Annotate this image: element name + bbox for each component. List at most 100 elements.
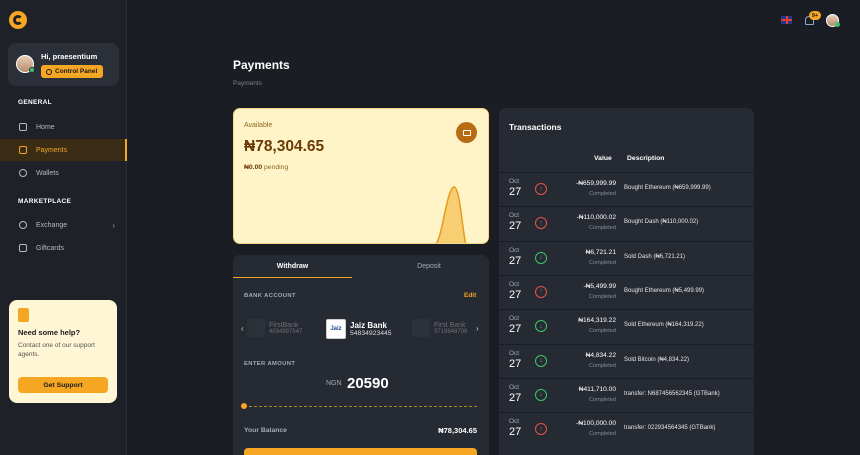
sidebar-item-giftcards[interactable]: Giftcards [0,237,127,259]
transaction-day: 27 [509,186,522,198]
greeting: Hi, praesentium [41,52,98,61]
transaction-value: ₦6,721.21 [585,248,616,256]
marketplace-section-label: MARKETPLACE [18,198,72,205]
transaction-status: Completed [588,328,616,335]
transaction-description: transfer: N687456562345 (GTBank) [624,390,720,397]
bank-account-number: 54834923445 [350,330,392,337]
enter-amount-label: ENTER AMOUNT [244,361,296,367]
withdraw-submit-button[interactable] [244,448,477,455]
table-row[interactable]: Oct 27 ↓ ₦411,710.00 Completed transfer: N687… [499,377,754,412]
profile-card: Hi, praesentium Control Panel [8,43,119,86]
chevron-left-icon[interactable]: ‹ [241,324,244,333]
sidebar-item-label: Home [36,123,55,131]
control-panel-button[interactable]: Control Panel [41,65,104,78]
uk-flag-icon[interactable] [781,16,792,24]
balance-label: Your Balance [244,427,287,434]
tab-withdraw[interactable]: Withdraw [233,255,352,278]
sidebar: Hi, praesentium Control Panel GENERAL Ho… [0,0,127,455]
transaction-value: ₦411,710.00 [578,385,616,393]
table-row[interactable]: Oct 27 ↓ ₦4,834.22 Completed Sold Bitcoin (₦4… [499,343,754,378]
online-status-icon [29,67,35,73]
wallet-icon [19,169,27,177]
sidebar-item-label: Exchange [36,221,68,229]
user-avatar[interactable] [826,14,840,27]
amount-input[interactable]: 20590 [347,375,389,392]
pending-amount: ₦0.00 pending [244,164,288,171]
transaction-month: Oct [509,349,520,357]
page-title: Payments [233,58,290,72]
transaction-value: ₦4,834.22 [585,351,616,359]
description-column-header: Description [627,155,665,162]
transaction-status: Completed [588,191,616,197]
transaction-month: Oct [509,418,520,426]
transaction-description: Bought Ethereum (₦5,499.99) [624,287,705,294]
transaction-description: Sold Dash (₦6,721.21) [624,253,686,260]
transaction-month: Oct [509,212,520,220]
sidebar-item-exchange[interactable]: Exchange › [0,214,127,236]
arrow-down-icon: ↓ [535,251,547,264]
transaction-value: ₦164,319.22 [578,317,616,325]
wallet-button[interactable] [456,122,477,143]
table-row[interactable]: Oct 27 ↑ -₦5,499.99 Completed Bought Ethereum… [499,274,754,309]
sidebar-item-label: Wallets [36,169,59,177]
amount-slider-handle[interactable] [241,403,247,409]
sidebar-item-label: Giftcards [36,244,65,252]
transaction-day: 27 [509,426,522,439]
support-icon [18,308,29,322]
value-column-header: Value [594,155,612,162]
get-support-button[interactable]: Get Support [18,377,108,393]
chevron-right-icon: › [112,220,115,230]
notification-badge: 9+ [809,11,821,20]
edit-bank-link[interactable]: Edit [464,292,476,299]
bank-option-jaiz-selected[interactable]: Jaiz Jaiz Bank 54834923445 [326,319,392,339]
transaction-description: Bought Dash (₦110,000.02) [624,219,699,226]
logo-icon[interactable] [9,11,27,29]
tab-deposit[interactable]: Deposit [370,255,488,278]
sidebar-item-wallets[interactable]: Wallets [0,162,127,184]
transaction-description: Sold Ethereum (₦164,319.22) [624,322,704,329]
pending-label: pending [264,164,289,171]
transactions-panel: Transactions Value Description Oct 27 ↑ -₦6… [499,108,754,455]
transaction-description: transfer: 022934564345 (GTBank) [624,425,716,432]
transaction-day: 27 [509,254,522,267]
transaction-month: Oct [509,178,520,185]
table-row[interactable]: Oct 27 ↑ -₦100,000.00 Completed transfer: 022… [499,412,754,446]
giftcard-icon [19,244,27,252]
help-title: Need some help? [18,328,81,337]
table-row[interactable]: Oct 27 ↑ -₦110,000.02 Completed Bought Dash (… [499,206,754,240]
transaction-status: Completed [588,225,616,232]
available-label: Available [244,122,273,129]
transaction-value: -₦110,000.02 [576,214,616,222]
transaction-month: Oct [509,315,520,323]
bank-name: First Bank [434,321,466,329]
card-icon [462,129,471,136]
bank-option-first-bank[interactable]: First Bank 3719648709 [412,319,467,337]
table-row[interactable]: Oct 27 ↓ ₦164,319.22 Completed Sold Ethereum … [499,309,754,343]
sidebar-item-payments[interactable]: Payments [0,139,127,161]
transaction-month: Oct [509,383,520,391]
transaction-day: 27 [509,323,522,336]
arrow-up-icon: ↑ [535,183,547,195]
control-panel-label: Control Panel [55,68,98,75]
table-row[interactable]: Oct 27 ↓ ₦6,721.21 Completed Sold Dash (₦6,72… [499,240,754,275]
avatar[interactable] [16,55,35,73]
transaction-day: 27 [509,220,522,233]
available-amount: ₦78,304.65 [244,138,325,155]
transaction-description: Sold Bitcoin (₦4,834.22) [624,356,690,363]
chevron-right-icon[interactable]: › [476,324,479,333]
transaction-day: 27 [509,391,522,404]
breadcrumb[interactable]: Payments [233,80,262,87]
bank-account-label: BANK ACCOUNT [244,293,296,299]
sidebar-item-home[interactable]: Home [0,116,127,138]
amount-slider-track[interactable] [244,406,477,407]
bank-account-number: 3719648709 [434,328,468,335]
payments-icon [19,146,27,154]
transaction-month: Oct [509,280,520,288]
table-row[interactable]: Oct 27 ↑ -₦659,999.99 Completed Bought Ethere… [499,172,754,206]
transaction-status: Completed [588,396,616,403]
bank-option-firstbank[interactable]: FirstBank 4034897547 [247,319,302,337]
arrow-up-icon: ↑ [535,285,547,298]
transaction-value: -₦659,999.99 [576,180,616,187]
sidebar-item-label: Payments [36,146,68,154]
transaction-value: -₦100,000.00 [576,420,616,428]
